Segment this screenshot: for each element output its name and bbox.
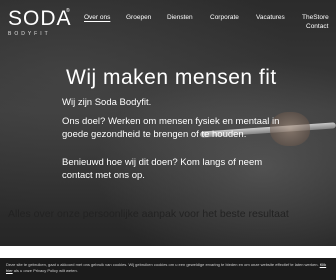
hero-goal: Ons doel? Werken om mensen fysiek en men…	[62, 116, 280, 140]
nav-item-corporate[interactable]: Corporate	[210, 14, 239, 21]
cookie-banner: Deze site te gebruiken, gaat u akkoord m…	[0, 258, 336, 280]
hero-cta: Benieuwd hoe wij dit doen? Kom langs of …	[62, 157, 263, 181]
nav-item-thestore[interactable]: TheStore	[302, 14, 329, 21]
hero-intro: Wij zijn Soda Bodyfit.	[62, 97, 152, 108]
hero-title: Wij maken mensen fit	[66, 66, 277, 89]
nav-item-diensten[interactable]: Diensten	[167, 14, 193, 21]
cookie-text-after: als u onze Privacy Policy wilt weten.	[13, 268, 78, 273]
nav-item-groepen[interactable]: Groepen	[126, 14, 151, 21]
nav-item-contact[interactable]: Contact	[306, 23, 328, 30]
nav-item-over-ons[interactable]: Over ons	[84, 14, 110, 21]
section-title: Alles over onze persoonlijke aanpak voor…	[8, 208, 289, 220]
cookie-text: Deze site te gebruiken, gaat u akkoord m…	[6, 262, 319, 267]
main-nav: Over ons Groepen Diensten Corporate Vaca…	[0, 14, 336, 34]
nav-item-vacatures[interactable]: Vacatures	[256, 14, 285, 21]
